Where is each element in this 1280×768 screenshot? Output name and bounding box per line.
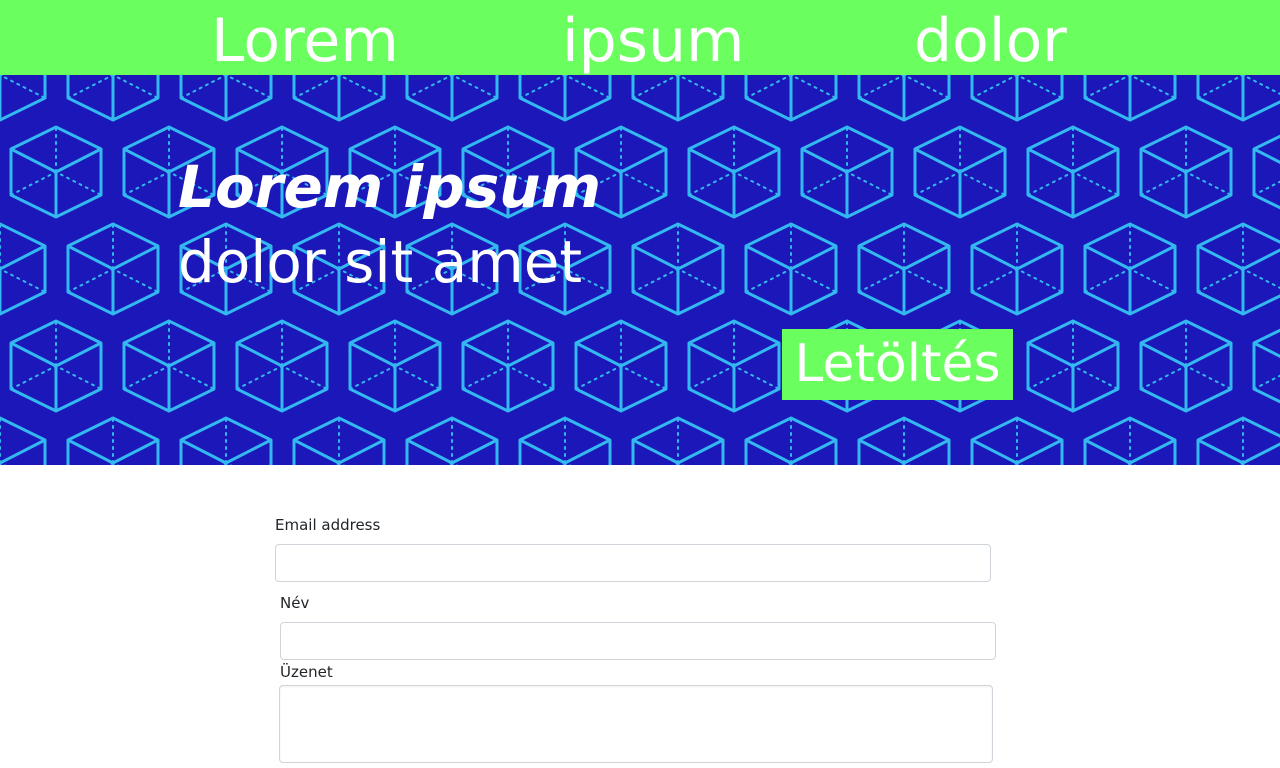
cube-pattern-tile (857, 75, 951, 122)
nav-link-dolor[interactable]: dolor (914, 6, 1067, 76)
cube-pattern-tile (1252, 125, 1280, 219)
cube-pattern-tile (292, 75, 386, 122)
cube-pattern-tile (857, 416, 951, 465)
cube-pattern-tile (66, 416, 160, 465)
cube-pattern-tile (1083, 75, 1177, 122)
cube-pattern-tile (1083, 416, 1177, 465)
cube-pattern-tile (405, 75, 499, 122)
cube-pattern-tile (687, 125, 781, 219)
cube-pattern-tile (1196, 222, 1280, 316)
cube-pattern-tile (292, 416, 386, 465)
hero-subtitle: dolor sit amet (178, 228, 583, 296)
cube-pattern-tile (1252, 319, 1280, 413)
cube-pattern-tile (348, 319, 442, 413)
name-field[interactable] (280, 622, 996, 660)
cube-pattern-tile (631, 222, 725, 316)
cube-pattern-tile (574, 319, 668, 413)
cube-pattern-tile (0, 416, 47, 465)
cube-pattern-tile (235, 319, 329, 413)
cube-pattern-tile (744, 75, 838, 122)
cube-pattern-tile (970, 75, 1064, 122)
cube-pattern-tile (744, 416, 838, 465)
message-label: Üzenet (280, 663, 333, 681)
cube-pattern-tile (687, 319, 781, 413)
cube-pattern-tile (857, 222, 951, 316)
cube-pattern-tile (66, 222, 160, 316)
email-field[interactable] (275, 544, 991, 582)
message-textarea[interactable] (279, 685, 993, 763)
cube-pattern-tile (518, 416, 612, 465)
cube-pattern-tile (0, 75, 47, 122)
cube-pattern-tile (1026, 125, 1120, 219)
cube-pattern-tile (9, 125, 103, 219)
hero-title: Lorem ipsum (178, 153, 602, 221)
cube-pattern-tile (631, 416, 725, 465)
cube-pattern-tile (0, 222, 47, 316)
cube-pattern-tile (9, 319, 103, 413)
cube-pattern-tile (1139, 125, 1233, 219)
name-label: Név (280, 594, 310, 612)
cube-pattern-tile (405, 416, 499, 465)
cube-pattern-tile (66, 75, 160, 122)
cube-pattern-tile (1026, 319, 1120, 413)
cube-pattern-tile (122, 319, 216, 413)
cube-pattern-tile (631, 75, 725, 122)
cube-pattern-tile (800, 125, 894, 219)
cube-pattern-tile (179, 416, 273, 465)
cube-pattern-tile (744, 222, 838, 316)
cube-pattern-tile (1196, 75, 1280, 122)
top-navigation-bar: Lorem ipsum dolor (0, 0, 1280, 76)
email-label: Email address (275, 516, 381, 534)
cube-pattern-tile (1139, 319, 1233, 413)
nav-link-ipsum[interactable]: ipsum (562, 6, 745, 76)
cube-pattern-tile (518, 75, 612, 122)
hero-banner: Lorem ipsum dolor sit amet Letöltés (0, 75, 1280, 465)
nav-link-lorem[interactable]: Lorem (211, 6, 399, 76)
cube-pattern-tile (179, 75, 273, 122)
cube-pattern-tile (461, 319, 555, 413)
cube-pattern-tile (970, 222, 1064, 316)
cube-pattern-tile (1196, 416, 1280, 465)
download-button[interactable]: Letöltés (782, 329, 1013, 400)
cube-pattern-tile (913, 125, 1007, 219)
cube-pattern-tile (970, 416, 1064, 465)
cube-pattern-tile (1083, 222, 1177, 316)
